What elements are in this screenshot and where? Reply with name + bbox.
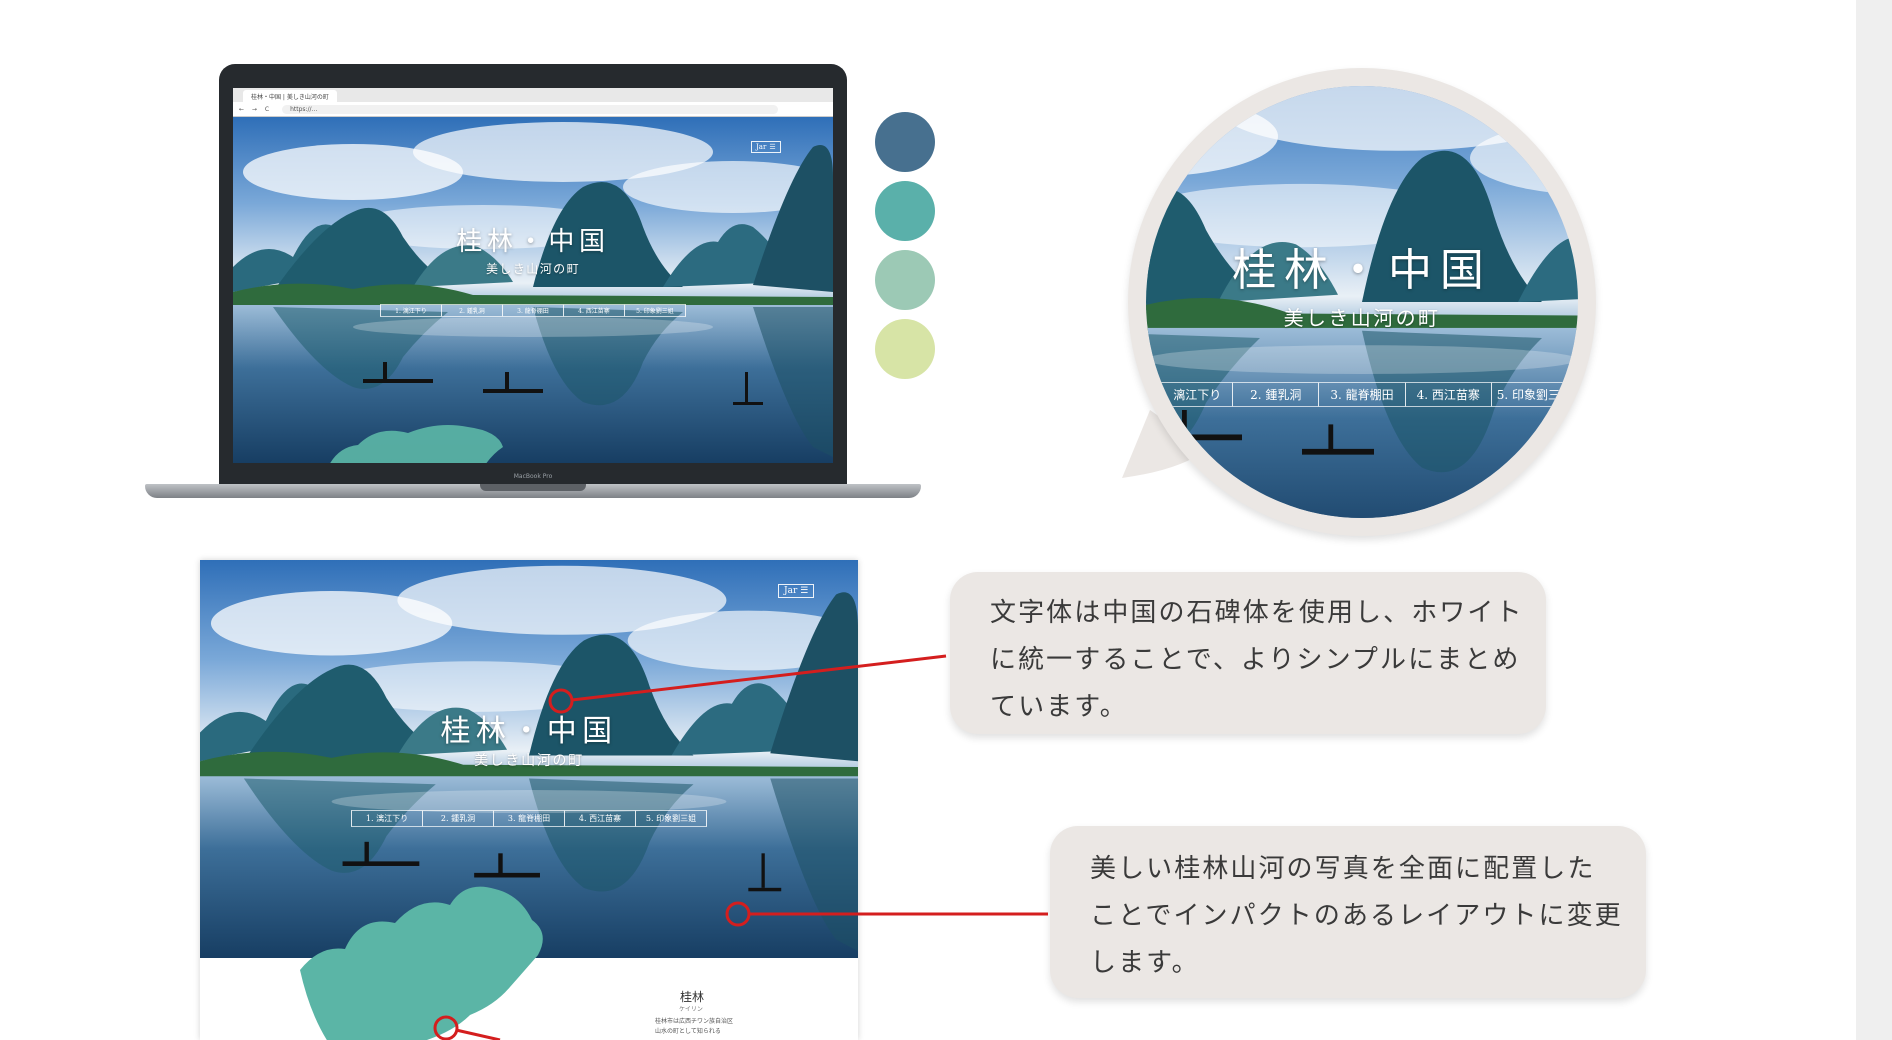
page-hero-title: 桂林・中国	[440, 714, 618, 749]
color-swatch-lime	[875, 319, 935, 379]
callout-line: 美しい桂林山河の写真を全面に配置した	[1090, 854, 1596, 884]
hero-nav-item[interactable]: 2. 鍾乳洞	[441, 304, 502, 317]
zoom-hero-subtitle: 美しき山河の町	[1283, 306, 1441, 330]
hero-nav: 1. 漓江下り 2. 鍾乳洞 3. 龍脊棚田 4. 西江苗寨 5. 印象劉三姐	[233, 304, 833, 317]
page-nav-item[interactable]: 5. 印象劉三姐	[635, 810, 707, 827]
hero-subtitle: 美しき山河の町	[485, 262, 581, 276]
page-nav-item[interactable]: 2. 鍾乳洞	[422, 810, 493, 827]
section-text: 桂林市は広西チワン族自治区	[655, 1018, 734, 1025]
color-swatch-mint	[875, 250, 935, 310]
zoom-hero-title: 桂林・中国	[1232, 245, 1492, 296]
browser-tab-label: 桂林・中国 | 美しき山河の町	[251, 93, 329, 101]
menu-icon[interactable]: ☰	[769, 143, 775, 151]
callout-photo: 美しい桂林山河の写真を全面に配置した ことでインパクトのあるレイアウトに変更 し…	[1050, 826, 1646, 998]
browser-url-field[interactable]: https://...	[282, 104, 779, 114]
color-swatch-teal	[875, 181, 935, 241]
page-preview: Jar ☰ 桂林・中国 美しき山河の町 1. 漓江下り 2. 鍾乳洞 3. 龍脊…	[200, 560, 858, 1040]
hero-nav-item[interactable]: 4. 西江苗寨	[563, 304, 624, 317]
zoom-bubble-photo: 桂林・中国 美しき山河の町 1. 漓江下り 2. 鍾乳洞 3. 龍脊棚田 4. …	[1146, 86, 1578, 518]
browser-address-bar: ← → C https://...	[233, 102, 833, 117]
laptop-website-hero: Jar ☰ 桂林・中国 美しき山河の町 1. 漓江下り 2. 鍾乳洞 3. 龍脊…	[233, 117, 833, 463]
browser-tab-strip: 桂林・中国 | 美しき山河の町	[233, 88, 833, 102]
hero-nav-item[interactable]: 1. 漓江下り	[380, 304, 441, 317]
callout-line: ています。	[990, 692, 1128, 722]
zoom-nav-item[interactable]: 3. 龍脊棚田	[1318, 382, 1405, 407]
hero-title: 桂林・中国	[456, 227, 610, 257]
laptop-screen: 桂林・中国 | 美しき山河の町 ← → C https://... Jar ☰ …	[233, 88, 833, 463]
browser-tab[interactable]: 桂林・中国 | 美しき山河の町	[243, 90, 337, 102]
callout-line: 文字体は中国の石碑体を使用し、ホワイト	[990, 598, 1524, 628]
hero-nav-item[interactable]: 3. 龍脊棚田	[502, 304, 563, 317]
zoom-nav-item[interactable]: 5. 印象劉三姐	[1490, 382, 1578, 407]
page-nav-item[interactable]: 4. 西江苗寨	[564, 810, 635, 827]
language-label: Jar	[756, 143, 767, 151]
color-swatch-blue	[875, 112, 935, 172]
page-nav-item[interactable]: 3. 龍脊棚田	[493, 810, 564, 827]
page-hero-nav: 1. 漓江下り 2. 鍾乳洞 3. 龍脊棚田 4. 西江苗寨 5. 印象劉三姐	[200, 810, 858, 827]
section-text: 山水の町として知られる	[655, 1028, 721, 1035]
callout-line: ことでインパクトのあるレイアウトに変更	[1090, 901, 1623, 931]
zoom-nav-item[interactable]: 4. 西江苗寨	[1404, 382, 1491, 407]
section-subtitle: ケイリン	[679, 1006, 703, 1013]
china-map-shape	[330, 425, 503, 463]
callout-font: 文字体は中国の石碑体を使用し、ホワイト に統一することで、よりシンプルにまとめ …	[950, 572, 1546, 734]
language-label: Jar	[784, 586, 798, 596]
page-hero-subtitle: 美しき山河の町	[474, 753, 584, 769]
laptop-notch	[480, 484, 586, 491]
zoom-nav-item[interactable]: 2. 鍾乳洞	[1232, 382, 1319, 407]
zoom-nav-item[interactable]: 1. 漓江下り	[1146, 382, 1233, 407]
menu-icon[interactable]: ☰	[800, 586, 808, 596]
browser-nav-icons[interactable]: ← → C	[239, 106, 272, 113]
right-edge-strip	[1856, 0, 1892, 1040]
language-switch[interactable]: Jar ☰	[751, 141, 781, 153]
callout-line: に統一することで、よりシンプルにまとめ	[990, 645, 1521, 675]
page-nav-item[interactable]: 1. 漓江下り	[351, 810, 422, 827]
callout-line: します。	[1090, 948, 1200, 978]
china-map-shape	[300, 886, 543, 1040]
laptop-brand: MacBook Pro	[513, 473, 553, 480]
language-switch[interactable]: Jar ☰	[778, 584, 815, 598]
hero-nav-item[interactable]: 5. 印象劉三姐	[624, 304, 686, 317]
section-title: 桂林	[680, 990, 705, 1004]
landscape-photo	[233, 117, 833, 463]
zoom-hero-nav: 1. 漓江下り 2. 鍾乳洞 3. 龍脊棚田 4. 西江苗寨 5. 印象劉三姐	[1146, 382, 1578, 407]
